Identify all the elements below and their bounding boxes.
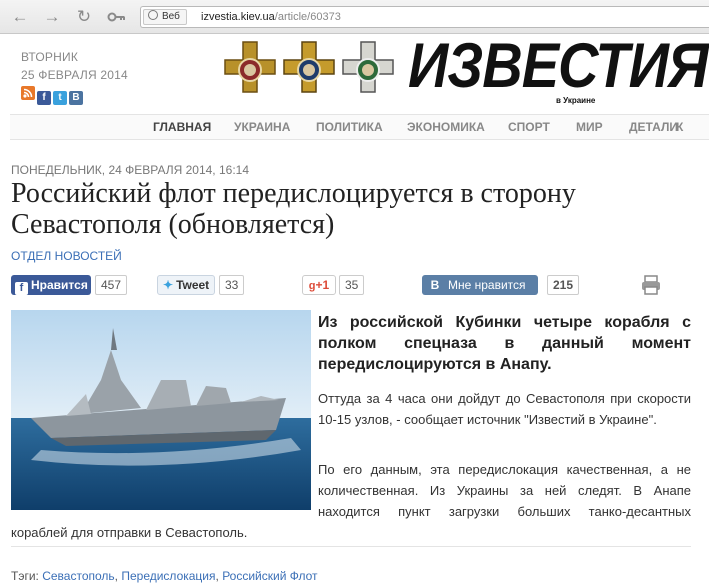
cross-emblem-2-icon: [283, 41, 335, 93]
photo-wrap-spacer: [11, 459, 318, 510]
nav-item-home[interactable]: ГЛАВНАЯ: [153, 120, 211, 134]
site-header: ВТОРНИК 25 ФЕВРАЛЯ 2014 ftB ИЗВЕСТИЯ в У…: [0, 31, 709, 114]
tweet-button[interactable]: ✦ Tweet: [157, 275, 215, 295]
google-plus-count: 35: [339, 275, 365, 295]
facebook-like-button[interactable]: f Нравится: [11, 275, 91, 295]
article-lead: Из российской Кубинки четыре корабля с п…: [318, 314, 691, 373]
address-bar[interactable]: Веб izvestia.kiev.ua/article/60373: [140, 6, 709, 28]
url-path: /article/60373: [274, 11, 341, 23]
date: 25 ФЕВРАЛЯ 2014: [21, 68, 128, 82]
key-icon[interactable]: [106, 7, 126, 27]
tag-link[interactable]: Передислокация: [121, 569, 215, 583]
facebook-like-count: 457: [95, 275, 128, 295]
tag-link[interactable]: Севастополь: [42, 569, 114, 583]
facebook-like-label: Нравится: [31, 278, 88, 292]
url-domain: izvestia.kiev.ua: [201, 11, 275, 23]
globe-icon: [148, 10, 158, 20]
article-paragraph-2: По его данным, эта передислокация качест…: [11, 459, 691, 543]
article-title: Российский флот передислоцируется в стор…: [11, 178, 576, 240]
cross-emblem-1-icon: [224, 41, 276, 93]
social-links: ftB: [21, 86, 85, 105]
google-plus-button[interactable]: g+1: [302, 275, 336, 295]
forward-arrow-icon[interactable]: →: [42, 7, 62, 27]
url-text[interactable]: izvestia.kiev.ua/article/60373: [201, 7, 341, 27]
back-arrow-icon[interactable]: ←: [10, 7, 30, 27]
google-plus-icon: g: [308, 280, 316, 292]
search-engine-chip[interactable]: Веб: [143, 9, 187, 25]
article-tags: Тэги: Севастополь, Передислокация, Росси…: [11, 569, 318, 583]
reload-icon[interactable]: ↻: [74, 7, 94, 27]
vkontakte-icon[interactable]: B: [69, 91, 83, 105]
vk-like-button[interactable]: B Мне нравится: [422, 275, 538, 295]
nav-item-sport[interactable]: СПОРТ: [508, 120, 550, 134]
vk-like-count: 215: [547, 275, 580, 295]
logo-crosses: [220, 36, 400, 111]
current-date: ВТОРНИК 25 ФЕВРАЛЯ 2014: [21, 48, 128, 84]
divider: [11, 546, 691, 547]
nav-item-ukraine[interactable]: УКРАИНА: [234, 120, 290, 134]
article-paragraph-1: Оттуда за 4 часа они дойдут до Севастопо…: [318, 391, 691, 427]
vk-like-label: Мне нравится: [448, 278, 526, 292]
main-navigation: ГЛАВНАЯ УКРАИНА ПОЛИТИКА ЭКОНОМИКА СПОРТ…: [10, 114, 709, 140]
facebook-icon: f: [15, 282, 28, 295]
tag-link[interactable]: Российский Флот: [222, 569, 317, 583]
tweet-label: Tweet: [176, 278, 210, 292]
article-date: ПОНЕДЕЛЬНИК, 24 ФЕВРАЛЯ 2014, 16:14: [11, 163, 250, 177]
nav-item-politics[interactable]: ПОЛИТИКА: [316, 120, 383, 134]
nav-item-more[interactable]: К: [676, 120, 683, 134]
cross-emblem-3-icon: [342, 41, 394, 93]
weekday: ВТОРНИК: [21, 50, 79, 64]
nav-item-economy[interactable]: ЭКОНОМИКА: [407, 120, 485, 134]
nav-item-details[interactable]: ДЕТАЛИ: [629, 120, 678, 134]
rss-icon[interactable]: [21, 86, 35, 100]
google-plus-label: +1: [315, 278, 330, 292]
site-logo-subtitle: в Украине: [556, 96, 596, 105]
twitter-bird-icon: ✦: [163, 278, 174, 292]
twitter-icon[interactable]: t: [53, 91, 67, 105]
tweet-count: 33: [219, 275, 245, 295]
nav-item-world[interactable]: МИР: [576, 120, 603, 134]
vkontakte-icon: B: [430, 278, 440, 292]
facebook-icon[interactable]: f: [37, 91, 51, 105]
article-author[interactable]: ОТДЕЛ НОВОСТЕЙ: [11, 249, 122, 263]
site-logo[interactable]: ИЗВЕСТИЯ: [408, 31, 709, 99]
printer-icon[interactable]: [640, 274, 662, 299]
tags-label: Тэги:: [11, 569, 39, 583]
